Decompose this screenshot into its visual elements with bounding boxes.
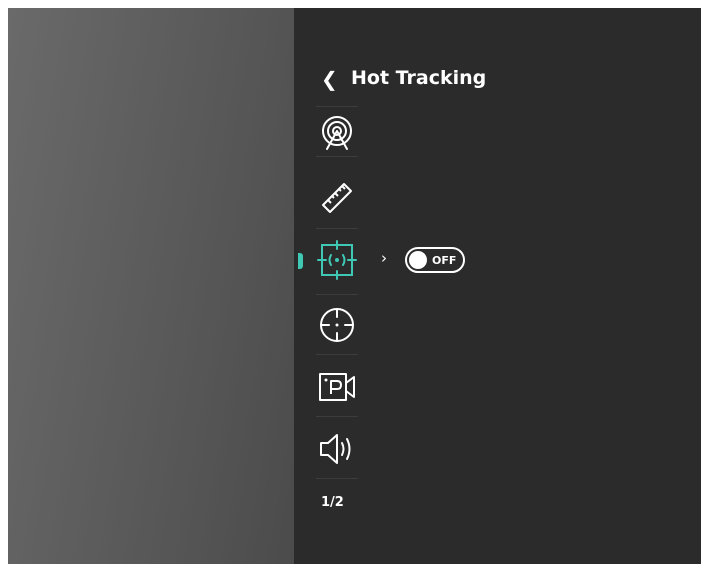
divider [316,416,358,417]
device-screen: ❮ Hot Tracking › OFF 1/2 [8,8,701,564]
menu-item-hot-tracking[interactable] [316,239,358,281]
menu-item-pip[interactable] [316,366,358,408]
active-item-marker [298,253,303,269]
submenu-chevron-icon: › [381,249,387,267]
reticle-icon [320,308,354,342]
divider [316,478,358,479]
hot-tracking-toggle[interactable]: OFF [405,247,465,273]
volume-icon [320,434,351,464]
ruler-icon [322,183,352,213]
divider [316,228,358,229]
menu-item-volume[interactable] [316,428,358,470]
thermal-viewfinder [8,8,294,564]
hot-tracking-icon [317,240,357,280]
menu-panel: ❮ Hot Tracking › OFF 1/2 [294,8,701,564]
back-chevron-icon[interactable]: ❮ [321,65,341,93]
toggle-knob [409,251,427,269]
divider [316,106,358,107]
menu-title: Hot Tracking [351,67,487,89]
toggle-state-label: OFF [432,254,457,267]
page-indicator: 1/2 [321,495,344,510]
divider [316,294,358,295]
menu-item-hotspot[interactable] [316,112,358,154]
hotspot-radar-icon [322,116,352,150]
pip-video-icon [319,373,355,401]
menu-item-measure[interactable] [316,175,358,217]
divider [316,156,358,157]
divider [316,354,358,355]
menu-item-reticle[interactable] [316,304,358,346]
